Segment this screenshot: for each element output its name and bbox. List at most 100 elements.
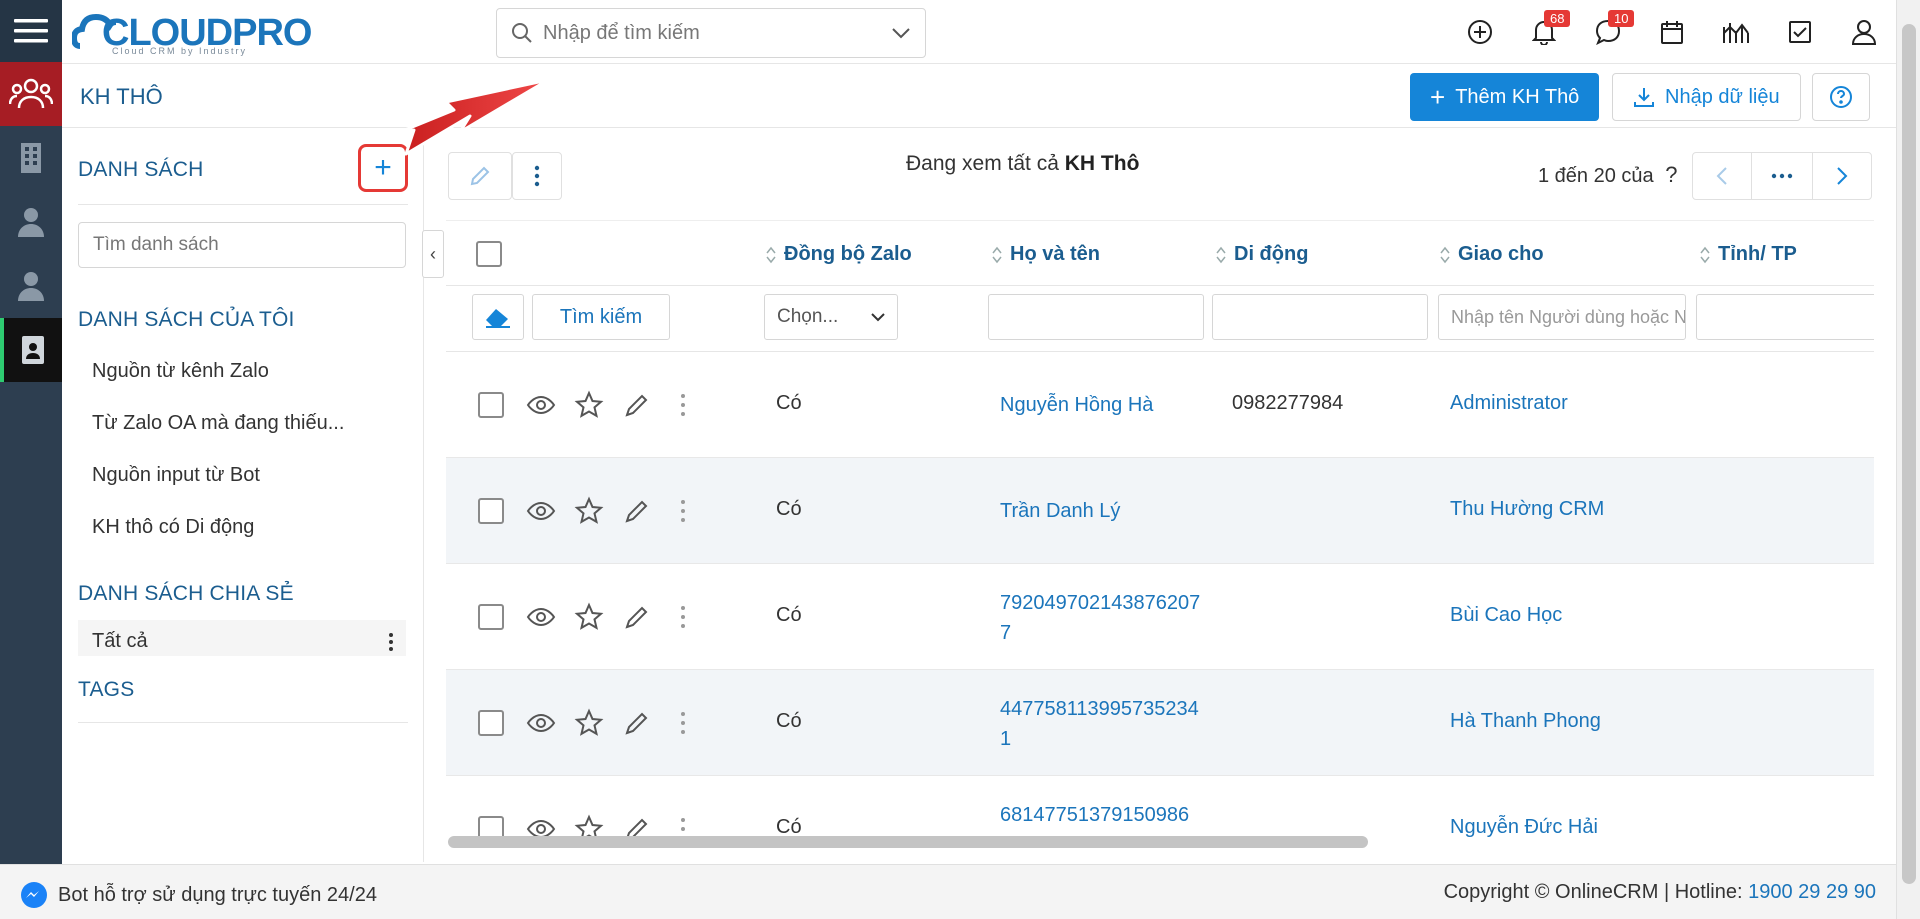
table-row[interactable]: Có Nguyễn Hồng Hà 0982277984 Administrat… (446, 352, 1874, 458)
province-filter-input[interactable] (1696, 294, 1874, 340)
list-search-input[interactable]: Tìm danh sách (78, 222, 406, 268)
clear-filter-eraser-button[interactable] (472, 294, 524, 340)
add-lead-button[interactable]: + Thêm KH Thô (1410, 73, 1600, 121)
support-bot-text: Bot hỗ trợ sử dụng trực tuyến 24/24 (58, 883, 377, 906)
shared-item-all[interactable]: Tất cả (78, 620, 406, 656)
full-name-link[interactable]: 7920497021438762077 (1000, 588, 1202, 648)
star-favorite-icon[interactable] (574, 602, 604, 632)
sort-icon (1440, 246, 1450, 263)
full-name-link[interactable]: Nguyễn Hồng Hà (1000, 390, 1210, 420)
pencil-edit-icon[interactable] (622, 708, 652, 738)
full-name-link[interactable]: 4477581139957352341 (1000, 694, 1202, 754)
vertical-scrollbar[interactable] (1896, 0, 1920, 919)
list-item-zalo-source[interactable]: Nguồn từ kênh Zalo (92, 360, 269, 383)
left-rail (0, 0, 62, 919)
next-page-button[interactable] (1812, 152, 1872, 200)
hamburger-menu-icon[interactable] (0, 0, 62, 62)
shared-item-all-label: Tất cả (92, 630, 148, 652)
import-data-button[interactable]: Nhập dữ liệu (1612, 73, 1801, 121)
star-favorite-icon[interactable] (574, 390, 604, 420)
global-search-input[interactable] (543, 21, 891, 45)
global-search[interactable] (496, 8, 926, 58)
calendar-icon[interactable] (1652, 12, 1692, 52)
column-zalo-sync[interactable]: Đồng bộ Zalo (766, 243, 912, 266)
pencil-edit-icon[interactable] (622, 390, 652, 420)
tags-title: TAGS (78, 678, 135, 701)
more-vertical-icon[interactable] (668, 602, 698, 632)
column-full-name-label: Họ và tên (1010, 243, 1101, 265)
user-profile-icon[interactable] (1844, 12, 1884, 52)
chevron-right-icon (1837, 167, 1848, 185)
chevron-down-icon[interactable] (891, 27, 911, 39)
table-row[interactable]: Có 68147751379150986 Nguyễn Đức Hải (446, 776, 1874, 862)
scrollbar-thumb[interactable] (1902, 24, 1916, 884)
pencil-edit-icon[interactable] (622, 496, 652, 526)
pager-total-unknown[interactable]: ? (1665, 162, 1677, 187)
notifications-bell-icon[interactable]: 68 (1524, 10, 1571, 52)
row-checkbox[interactable] (478, 392, 504, 418)
zalo-sync-cell: Có (776, 392, 802, 414)
pencil-icon (470, 166, 490, 186)
full-name-link[interactable]: Trần Danh Lý (1000, 496, 1210, 526)
assignee-filter-input[interactable]: Nhập tên Người dùng hoặc Nhóm (1438, 294, 1686, 340)
prev-page-button[interactable] (1692, 152, 1752, 200)
hotline-number-link[interactable]: 1900 29 29 90 (1748, 881, 1876, 903)
eye-view-icon[interactable] (526, 390, 556, 420)
row-checkbox[interactable] (478, 710, 504, 736)
list-item-has-mobile[interactable]: KH thô có Di động (92, 516, 254, 539)
column-province[interactable]: Tỉnh/ TP (1700, 243, 1797, 266)
horizontal-scrollbar[interactable] (448, 836, 1368, 848)
row-checkbox[interactable] (478, 498, 504, 524)
zalo-sync-cell: Có (776, 604, 802, 626)
logo-tagline: Cloud CRM by Industry (112, 46, 248, 56)
table-row[interactable]: Có Trần Danh Lý Thu Hường CRM (446, 458, 1874, 564)
page-jump-button[interactable] (1751, 152, 1813, 200)
table-row[interactable]: Có 7920497021438762077 Bùi Cao Học (446, 564, 1874, 670)
assignee-link[interactable]: Hà Thanh Phong (1450, 710, 1601, 733)
row-checkbox[interactable] (478, 604, 504, 630)
assignee-link[interactable]: Administrator (1450, 392, 1568, 415)
add-circle-icon[interactable] (1460, 12, 1500, 52)
cloudpro-logo[interactable]: CLOUDPRO Cloud CRM by Industry (72, 6, 322, 58)
eye-view-icon[interactable] (526, 496, 556, 526)
column-mobile[interactable]: Di động (1216, 243, 1308, 266)
more-vertical-icon[interactable] (388, 632, 394, 652)
messages-chat-icon[interactable]: 10 (1588, 10, 1635, 52)
pencil-edit-icon[interactable] (622, 602, 652, 632)
more-vertical-icon[interactable] (668, 390, 698, 420)
customers-group-icon[interactable] (0, 62, 62, 126)
more-vertical-icon[interactable] (668, 496, 698, 526)
eraser-icon (486, 309, 510, 328)
zalo-sync-filter-select[interactable]: Chọn... (764, 294, 898, 340)
column-assigned-to[interactable]: Giao cho (1440, 243, 1544, 266)
assignee-link[interactable]: Thu Hường CRM (1450, 498, 1604, 521)
eye-view-icon[interactable] (526, 602, 556, 632)
full-name-link[interactable]: 68147751379150986 (1000, 800, 1202, 830)
organization-building-icon[interactable] (0, 126, 62, 190)
list-item-zalo-oa-missing[interactable]: Từ Zalo OA mà đang thiếu... (92, 412, 344, 435)
assignee-link[interactable]: Bùi Cao Học (1450, 604, 1562, 627)
select-all-checkbox[interactable] (476, 241, 502, 267)
leads-card-icon[interactable] (0, 318, 62, 382)
eye-view-icon[interactable] (526, 708, 556, 738)
search-button[interactable]: Tìm kiếm (532, 294, 670, 340)
column-full-name[interactable]: Họ và tên (992, 243, 1100, 266)
more-vertical-icon[interactable] (668, 708, 698, 738)
help-button[interactable] (1812, 73, 1870, 121)
more-horizontal-icon (1771, 173, 1793, 179)
assignee-link[interactable]: Nguyễn Đức Hải (1450, 816, 1598, 839)
user-icon[interactable] (0, 254, 62, 318)
footer-separator: | (1663, 881, 1670, 903)
full-name-filter-input[interactable] (988, 294, 1204, 340)
table-row[interactable]: Có 4477581139957352341 Hà Thanh Phong (446, 670, 1874, 776)
tasks-checkbox-icon[interactable] (1780, 12, 1820, 52)
mobile-filter-input[interactable] (1212, 294, 1428, 340)
mobile-cell[interactable]: 0982277984 (1232, 392, 1343, 415)
collapse-sidebar-chevron-left-icon[interactable]: ‹ (422, 230, 444, 278)
support-bot-link[interactable]: Bot hỗ trợ sử dụng trực tuyến 24/24 (20, 881, 377, 909)
list-item-bot-input[interactable]: Nguồn input từ Bot (92, 464, 260, 487)
contact-person-tie-icon[interactable] (0, 190, 62, 254)
star-favorite-icon[interactable] (574, 708, 604, 738)
star-favorite-icon[interactable] (574, 496, 604, 526)
reports-chart-icon[interactable] (1716, 12, 1756, 52)
